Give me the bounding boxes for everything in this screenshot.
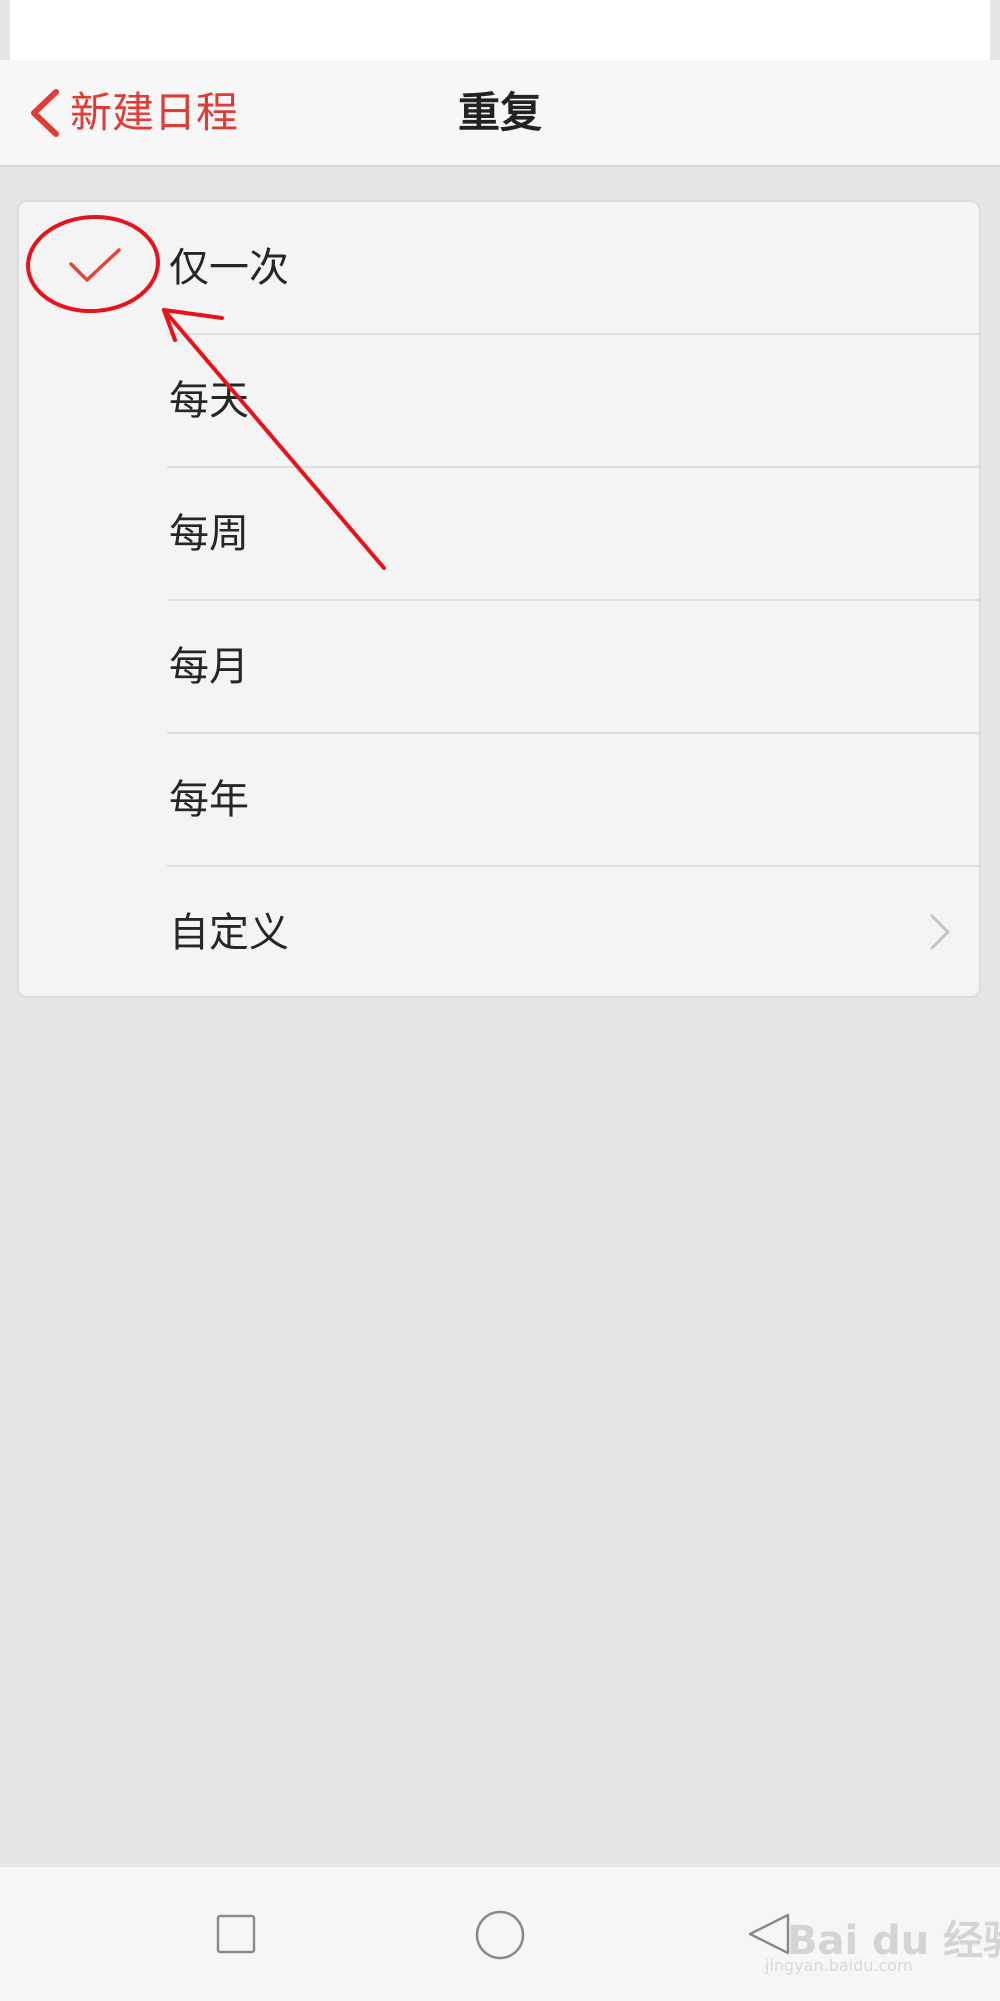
option-yearly[interactable]: 每年	[19, 734, 979, 867]
option-label: 每月	[169, 644, 249, 690]
home-button[interactable]	[474, 1909, 526, 1961]
chevron-right-icon	[930, 914, 950, 950]
option-label: 每年	[169, 777, 249, 823]
square-icon	[216, 1914, 256, 1954]
option-weekly[interactable]: 每周	[19, 468, 979, 601]
status-bar	[10, 0, 990, 60]
option-custom[interactable]: 自定义	[19, 867, 979, 1000]
option-label: 仅一次	[169, 245, 289, 291]
check-icon	[69, 248, 121, 282]
recent-apps-button[interactable]	[216, 1914, 256, 1954]
option-daily[interactable]: 每天	[19, 335, 979, 468]
repeat-options-list: 仅一次 每天 每周 每月 每年 自定义	[17, 200, 981, 998]
watermark: Bai du 经验 jingyan.baidu.com	[745, 1892, 1000, 1982]
watermark-url: jingyan.baidu.com	[765, 1956, 913, 1975]
option-label: 自定义	[169, 910, 289, 956]
option-label: 每天	[169, 378, 249, 424]
circle-icon	[475, 1910, 525, 1960]
option-label: 每周	[169, 511, 249, 557]
option-once[interactable]: 仅一次	[19, 202, 979, 335]
option-monthly[interactable]: 每月	[19, 601, 979, 734]
navigation-bar: 新建日程 重复	[0, 60, 1000, 167]
page-title: 重复	[457, 88, 542, 137]
